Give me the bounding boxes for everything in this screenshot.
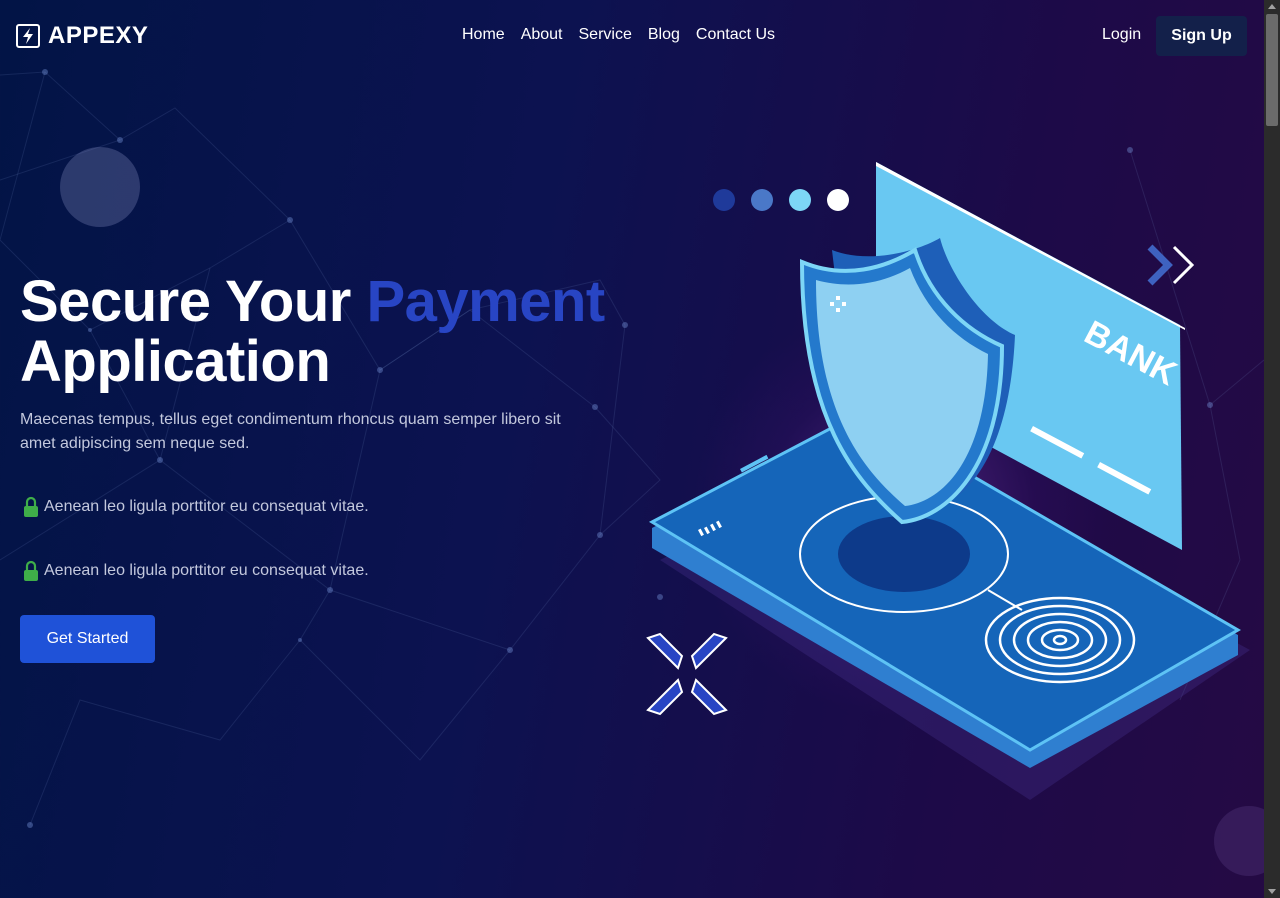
scan-brackets-icon bbox=[646, 632, 728, 716]
main-nav: Home About Service Blog Contact Us bbox=[462, 26, 775, 44]
chevron-icon bbox=[1147, 244, 1195, 286]
hero-title-part2: Application bbox=[20, 329, 331, 394]
page-scrollbar[interactable] bbox=[1264, 0, 1280, 898]
get-started-button[interactable]: Get Started bbox=[20, 615, 155, 663]
brand-name: APPEXY bbox=[48, 22, 149, 49]
dot-decoration bbox=[827, 189, 849, 211]
feature-text: Aenean leo ligula porttitor eu consequat… bbox=[44, 562, 369, 579]
dot-decoration bbox=[751, 189, 773, 211]
payment-security-illustration: BANK bbox=[646, 162, 1250, 800]
feature-text: Aenean leo ligula porttitor eu consequat… bbox=[44, 498, 369, 515]
dot-decoration bbox=[789, 189, 811, 211]
hero-description: Maecenas tempus, tellus eget condimentum… bbox=[20, 411, 561, 452]
signup-button[interactable]: Sign Up bbox=[1156, 16, 1247, 56]
bolt-icon bbox=[16, 24, 40, 48]
hero-title-highlight: Payment bbox=[366, 269, 605, 334]
hero-title-part1: Secure Your bbox=[20, 269, 351, 334]
lock-icon bbox=[24, 496, 38, 517]
nav-item-contact[interactable]: Contact Us bbox=[696, 26, 775, 44]
lock-icon bbox=[24, 560, 38, 581]
brand-logo[interactable]: APPEXY bbox=[16, 22, 148, 50]
nav-item-blog[interactable]: Blog bbox=[648, 26, 680, 44]
scroll-down-arrow-icon[interactable] bbox=[1268, 889, 1276, 894]
nav-item-home[interactable]: Home bbox=[462, 26, 505, 44]
decorative-bubble bbox=[60, 147, 140, 227]
login-link[interactable]: Login bbox=[1102, 26, 1141, 44]
feature-item: Aenean leo ligula porttitor eu consequat… bbox=[20, 559, 369, 583]
nav-item-service[interactable]: Service bbox=[579, 26, 632, 44]
navbar: APPEXY Home About Service Blog Contact U… bbox=[0, 0, 1264, 72]
feature-item: Aenean leo ligula porttitor eu consequat… bbox=[20, 495, 369, 519]
scrollbar-thumb[interactable] bbox=[1266, 14, 1278, 126]
hero-title: Secure Your Payment Application bbox=[20, 272, 605, 392]
dot-decoration bbox=[713, 189, 735, 211]
nav-item-about[interactable]: About bbox=[521, 26, 563, 44]
scroll-up-arrow-icon[interactable] bbox=[1268, 4, 1276, 9]
